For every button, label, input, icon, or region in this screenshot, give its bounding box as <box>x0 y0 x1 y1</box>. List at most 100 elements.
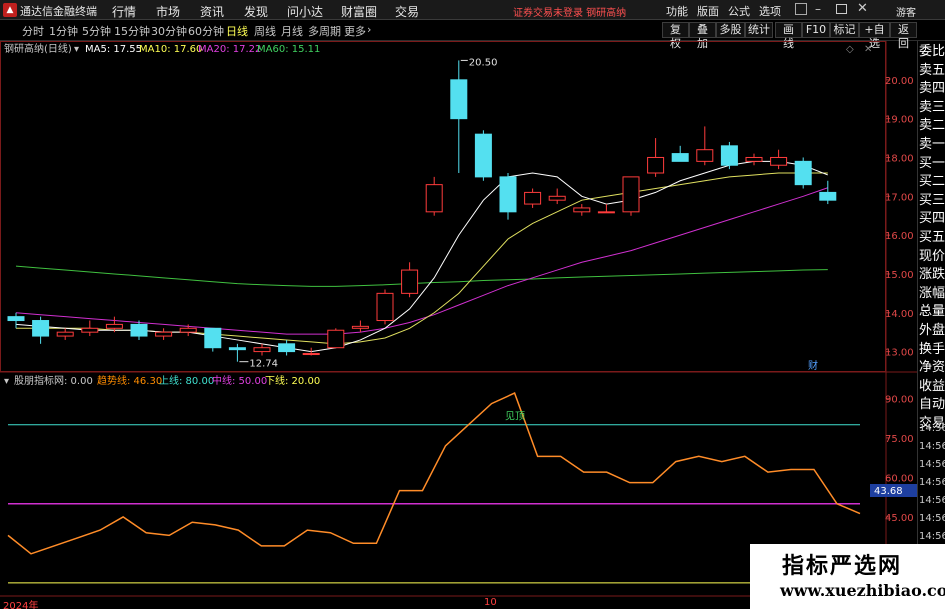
side-item[interactable]: 换手 <box>919 341 945 359</box>
side-trade-time: 14:56 <box>919 459 945 470</box>
candle-body <box>647 156 665 174</box>
candle-body <box>155 331 173 337</box>
candle-body <box>327 329 345 349</box>
side-item[interactable]: 收益 <box>919 378 945 396</box>
ma60-label: MA60: 15.11 <box>257 44 320 55</box>
side-item[interactable]: 现价 <box>919 248 945 266</box>
candle-body <box>524 191 542 205</box>
candle-body <box>770 156 788 166</box>
btn-statistics[interactable]: 统计 <box>745 22 773 38</box>
price-tick-label: 15.00 <box>885 270 914 281</box>
chevron-right-icon[interactable]: › <box>367 23 371 36</box>
candle-body <box>548 195 566 201</box>
candle-body <box>278 343 296 353</box>
period-intraday[interactable]: 分时 <box>22 23 44 39</box>
candle-body <box>376 292 394 322</box>
period-daily[interactable]: 日线 <box>226 23 248 39</box>
side-item[interactable]: 买五 <box>919 229 945 247</box>
period-toolbar: 分时 1分钟 5分钟 15分钟 30分钟 60分钟 日线 周线 月线 多周期 更… <box>0 20 945 50</box>
period-5min[interactable]: 5分钟 <box>82 23 111 39</box>
menu-news[interactable]: 资讯 <box>200 3 224 20</box>
trend-line <box>7 392 861 555</box>
menu-trade[interactable]: 交易 <box>395 3 419 20</box>
side-item[interactable]: 净资 <box>919 359 945 377</box>
trend-line-label: 趋势线: 46.30 <box>97 374 162 387</box>
menu-quotes[interactable]: 行情 <box>112 3 136 20</box>
candle-body <box>425 184 443 213</box>
btn-mark[interactable]: 标记 <box>830 22 859 38</box>
candle-body <box>819 191 837 201</box>
candle-body <box>745 156 763 162</box>
side-trade-time: 14:56 <box>919 495 945 506</box>
message-icon[interactable] <box>795 3 807 15</box>
side-item[interactable]: 外盘 <box>919 322 945 340</box>
period-30min[interactable]: 30分钟 <box>151 23 187 39</box>
btn-draw[interactable]: 画线 <box>775 22 802 50</box>
side-item[interactable]: 买一 <box>919 155 945 173</box>
side-item[interactable]: 卖五 <box>919 62 945 80</box>
btn-overlay[interactable]: 叠加 <box>689 22 716 50</box>
year-label: 2024年 <box>3 601 39 609</box>
candle-body <box>401 269 419 294</box>
candle-body <box>228 347 246 351</box>
menu-wealth-circle[interactable]: 财富圈 <box>341 3 377 20</box>
candle-body <box>204 327 222 349</box>
minimize-icon[interactable]: – <box>815 2 821 16</box>
side-item[interactable]: 总量 <box>919 303 945 321</box>
side-item[interactable]: 自动 <box>919 396 945 414</box>
candle-body <box>351 325 369 329</box>
period-monthly[interactable]: 月线 <box>281 23 303 39</box>
btn-add-watchlist[interactable]: +自选 <box>859 22 890 50</box>
indicator-collapse-icon[interactable]: ▾ <box>4 376 9 387</box>
indicator-tick-label: 45.00 <box>885 513 914 524</box>
period-1min[interactable]: 1分钟 <box>49 23 78 39</box>
current-value-text: 43.68 <box>874 486 903 497</box>
menu-options[interactable]: 选项 <box>759 3 781 19</box>
price-ticks: 20.00 19.00 18.00 17.00 16.00 15.00 14.00 13.00 <box>885 76 914 359</box>
candle-body <box>32 320 50 337</box>
btn-adjust[interactable]: 复权 <box>662 22 689 50</box>
ma20-label: MA20: 17.22 <box>198 44 261 55</box>
period-multi[interactable]: 多周期 <box>308 23 341 39</box>
side-item[interactable]: 卖一 <box>919 136 945 154</box>
side-item[interactable]: 卖二 <box>919 117 945 135</box>
btn-back[interactable]: 返回 <box>890 22 917 50</box>
btn-f10[interactable]: F10 <box>802 22 830 38</box>
side-item[interactable]: 涨跌 <box>919 266 945 284</box>
candle-body <box>474 133 492 178</box>
side-trade-time: 14:56 <box>919 477 945 488</box>
collapse-icon[interactable]: ▾ <box>74 44 79 55</box>
maximize-icon[interactable] <box>836 4 847 14</box>
side-item[interactable]: 买二 <box>919 173 945 191</box>
side-item[interactable]: 涨幅 <box>919 285 945 303</box>
side-item[interactable]: 卖四 <box>919 80 945 98</box>
moving-average-lines <box>15 160 828 353</box>
side-item[interactable]: 卖三 <box>919 99 945 117</box>
chart-area[interactable]: 20.00 19.00 18.00 17.00 16.00 15.00 14.00 13.00… <box>0 41 917 609</box>
side-item[interactable]: 买四 <box>919 210 945 228</box>
side-item[interactable]: 委比 <box>919 43 945 61</box>
watermark-cn: 指标严选网 <box>782 554 903 579</box>
menu-formula[interactable]: 公式 <box>728 3 750 19</box>
watermark: 指标严选网 www.xuezhibiao.com <box>750 544 945 609</box>
finance-marker[interactable]: 财 <box>808 359 818 372</box>
period-more[interactable]: 更多 <box>344 23 366 39</box>
menu-functions[interactable]: 功能 <box>666 3 688 19</box>
guest-user[interactable]: 游客 <box>896 4 916 19</box>
menu-market[interactable]: 市场 <box>156 3 180 20</box>
chart-close-icon[interactable]: ✕ <box>864 44 872 55</box>
menu-layout[interactable]: 版面 <box>697 3 719 19</box>
side-item[interactable]: 买三 <box>919 192 945 210</box>
btn-multi-stock[interactable]: 多股 <box>716 22 745 38</box>
period-15min[interactable]: 15分钟 <box>114 23 150 39</box>
candle-body <box>573 207 591 213</box>
menu-discover[interactable]: 发现 <box>244 3 268 20</box>
period-weekly[interactable]: 周线 <box>254 23 276 39</box>
menu-wenxiaoda[interactable]: 问小达 <box>287 3 323 20</box>
price-tick-label: 13.00 <box>885 348 914 359</box>
close-icon[interactable]: ✕ <box>857 1 868 16</box>
period-60min[interactable]: 60分钟 <box>188 23 224 39</box>
chart-settings-icon[interactable]: ◇ <box>846 44 854 55</box>
candle-body <box>671 153 689 162</box>
candle-body <box>56 331 74 337</box>
